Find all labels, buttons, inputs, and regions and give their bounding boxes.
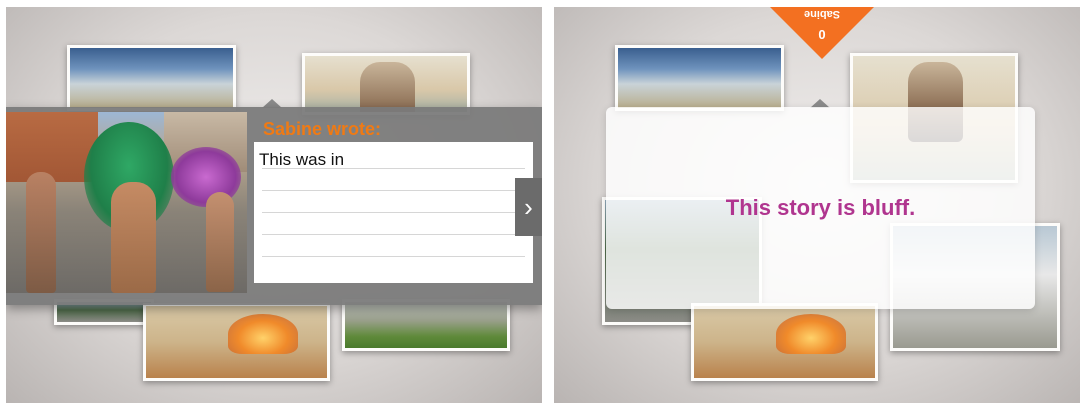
photo-dancer — [111, 182, 156, 293]
photo-card-fire[interactable] — [143, 303, 330, 381]
verdict-text: This story is bluff. — [725, 195, 916, 220]
photo-dancer — [26, 172, 56, 293]
ruled-line — [262, 190, 525, 191]
fire-flame — [228, 314, 298, 354]
ruled-line — [262, 234, 525, 235]
story-verdict-screen: This story is bluff. Sabine 0 — [554, 7, 1080, 403]
photo-card-drawing[interactable] — [302, 53, 470, 115]
author-heading: Sabine wrote: — [263, 119, 382, 139]
next-button[interactable]: › — [515, 178, 542, 236]
story-text[interactable]: This was in — [259, 150, 344, 170]
player-name: Sabine — [803, 8, 841, 20]
photo-card-fire[interactable] — [691, 303, 878, 381]
photo-card-sky[interactable] — [67, 45, 236, 111]
verdict-panel: This story is bluff. — [606, 107, 1035, 309]
story-overlay: Sabine wrote: This was in › — [6, 107, 542, 305]
photo-card-garden[interactable] — [342, 299, 510, 351]
player-score-flag: Sabine 0 — [770, 7, 874, 59]
chevron-right-icon: › — [524, 191, 533, 222]
ruled-line — [262, 212, 525, 213]
story-writing-screen: Sabine wrote: This was in › — [6, 7, 542, 403]
fire-flame — [776, 314, 846, 354]
selected-photo-carnival — [6, 112, 247, 293]
story-text-area[interactable]: This was in — [254, 142, 533, 283]
photo-dancer — [206, 192, 234, 292]
photo-card-sky[interactable] — [615, 45, 784, 111]
ruled-line — [262, 256, 525, 257]
player-score: 0 — [818, 27, 826, 42]
